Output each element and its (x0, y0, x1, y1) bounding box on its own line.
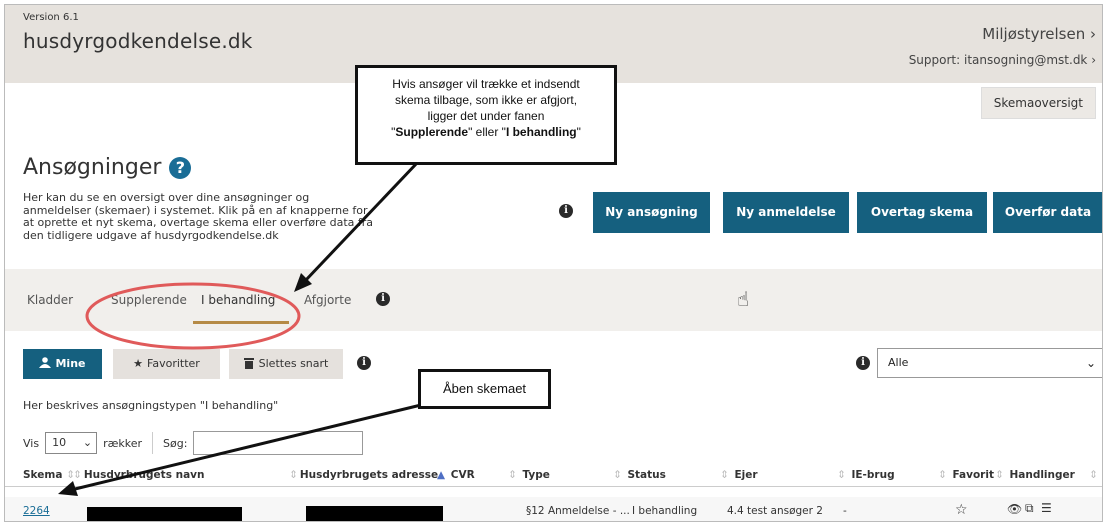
callout-line: skema tilbage, som ikke er afgjort, (394, 93, 578, 107)
open-schema-callout: Åben skemaet (418, 369, 551, 409)
callout-line: Hvis ansøger vil trække et indsendt (392, 77, 580, 91)
withdraw-callout: Hvis ansøger vil trække et indsendt skem… (355, 65, 617, 165)
callout-arrow-1 (303, 161, 419, 283)
app-frame: Version 6.1 husdyrgodkendelse.dk Miljøst… (4, 4, 1103, 522)
callout-line: ligger det under fanen (427, 109, 545, 123)
callout-line: "Supplerende" eller "I behandling" (391, 125, 581, 139)
callout-arrowhead-2 (58, 481, 78, 496)
callout-arrow-2 (74, 403, 422, 491)
highlight-ellipse (85, 282, 301, 350)
